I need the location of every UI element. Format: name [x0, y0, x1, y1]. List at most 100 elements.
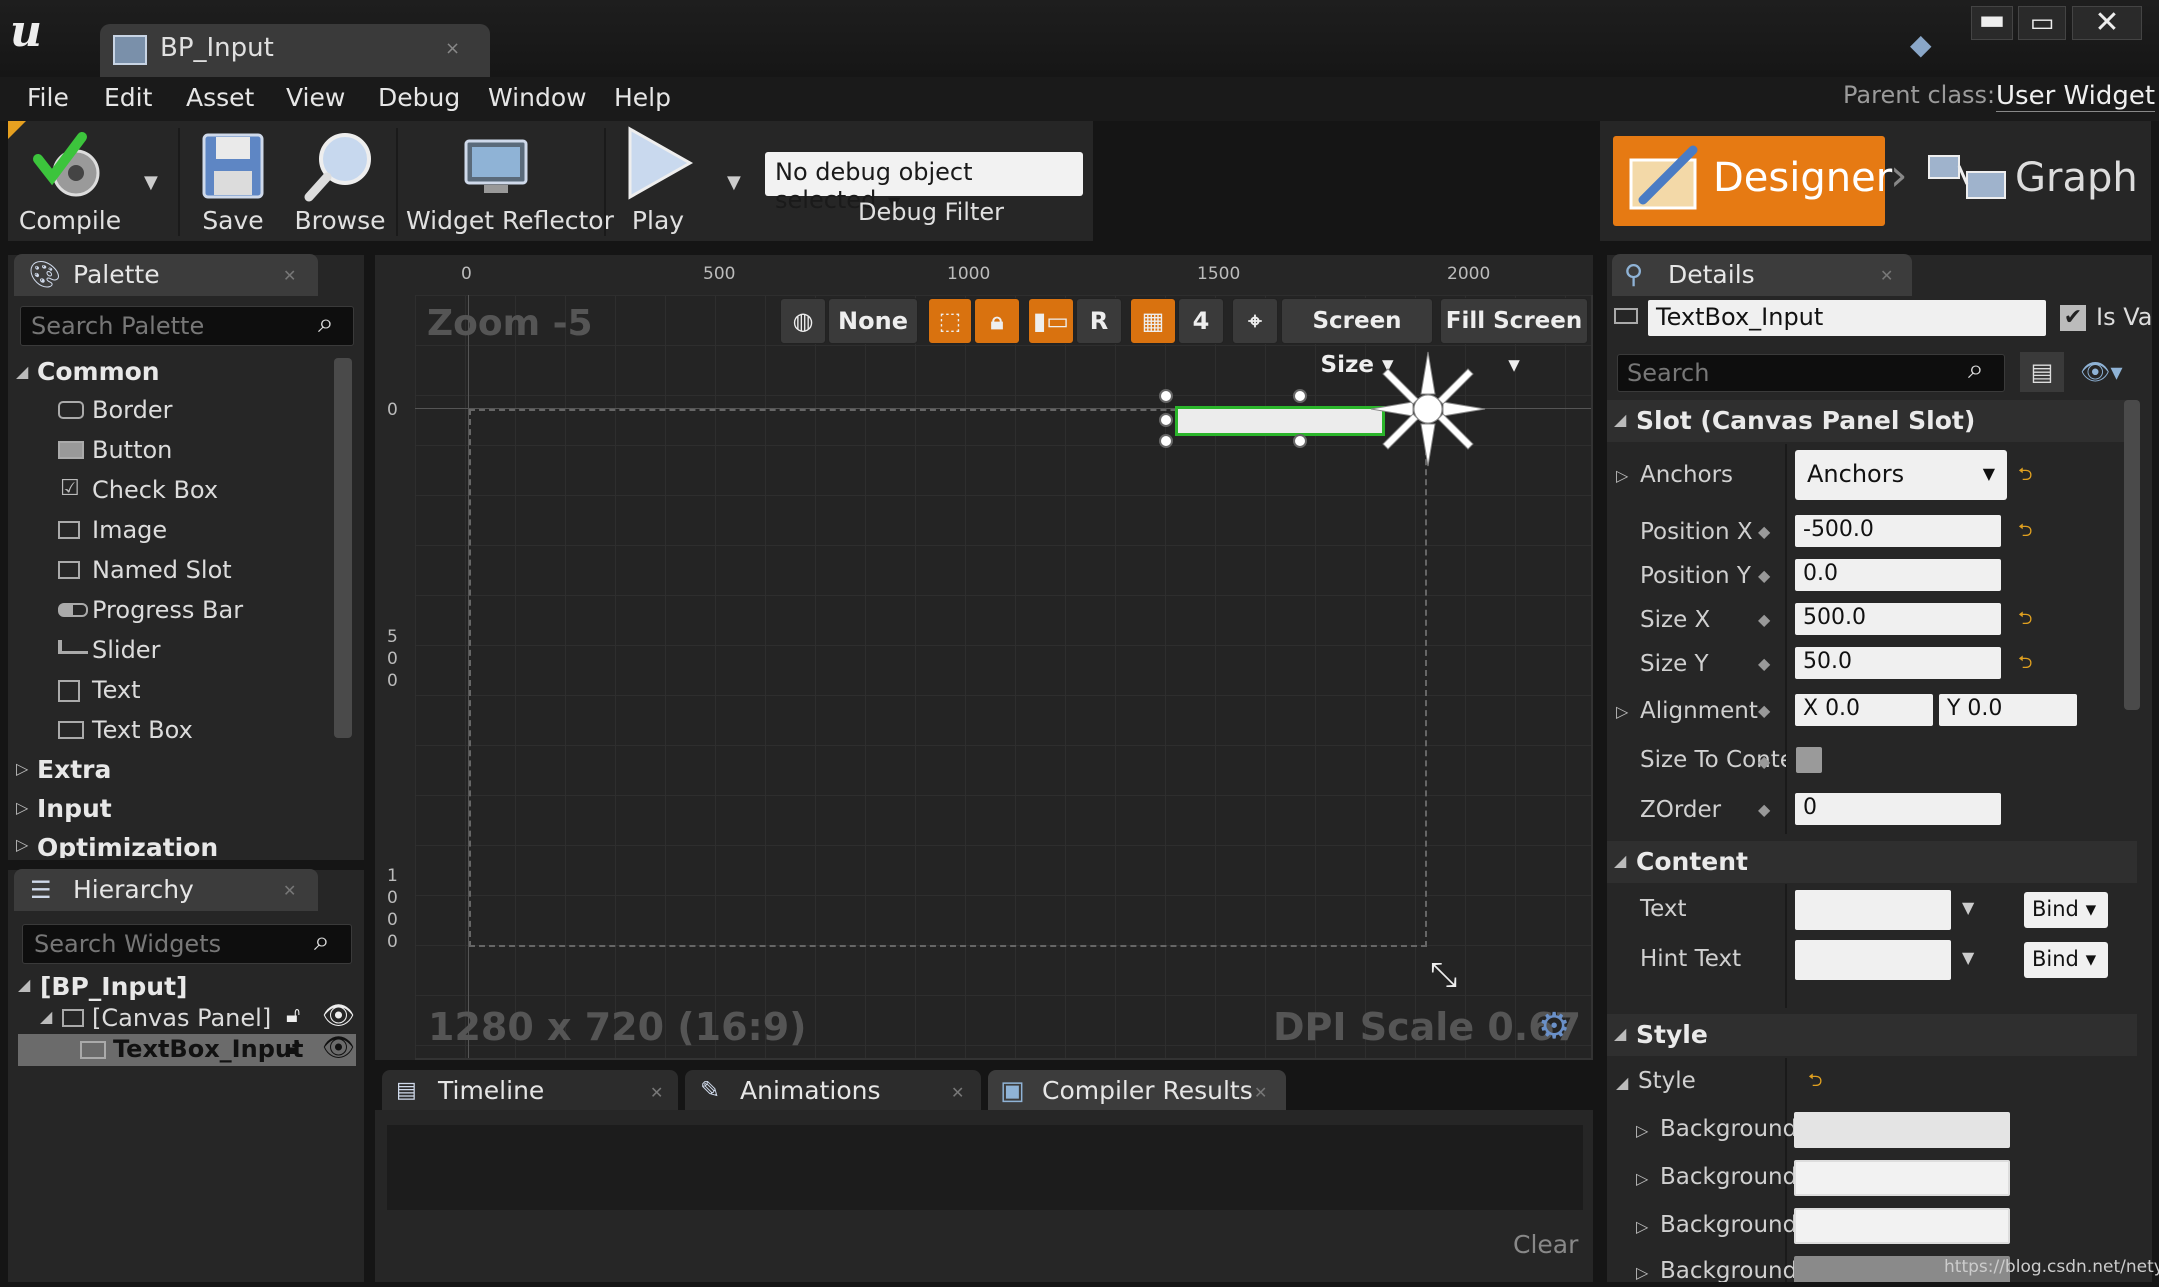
- reset-to-default-icon[interactable]: ⮌: [1808, 1068, 1822, 1098]
- background-brush-swatch[interactable]: [1794, 1208, 2010, 1244]
- position-x-field[interactable]: -500.0: [1795, 515, 2001, 547]
- graph-mode-label[interactable]: Graph: [2015, 155, 2138, 201]
- close-window-button[interactable]: ✕: [2072, 6, 2142, 40]
- close-icon[interactable]: ✕: [283, 881, 296, 900]
- animate-diamond-icon[interactable]: ◆: [1758, 654, 1770, 673]
- reset-to-default-icon[interactable]: ⮌: [2018, 606, 2032, 636]
- reset-to-default-icon[interactable]: ⮌: [2018, 518, 2032, 548]
- palette-item-text[interactable]: Text: [92, 676, 141, 704]
- unlock-icon[interactable]: 🔓︎: [286, 1003, 300, 1028]
- close-icon[interactable]: ✕: [1254, 1083, 1267, 1102]
- is-variable-checkbox[interactable]: ✔: [2060, 305, 2086, 331]
- parent-class-link[interactable]: User Widget: [1996, 81, 2156, 112]
- expanded-triangle-icon[interactable]: ◢: [40, 1007, 52, 1026]
- resize-handle-icon[interactable]: ⤡: [1430, 955, 1457, 995]
- expanded-triangle-icon[interactable]: ◢: [1616, 1073, 1628, 1092]
- expanded-triangle-icon[interactable]: ◢: [16, 362, 28, 381]
- source-control-icon[interactable]: ◆: [1910, 28, 1944, 61]
- collapsed-triangle-icon[interactable]: ▷: [1636, 1263, 1648, 1282]
- property-matrix-icon[interactable]: ▤: [2020, 352, 2064, 392]
- menu-asset[interactable]: Asset: [186, 83, 254, 112]
- position-y-field[interactable]: 0.0: [1795, 559, 2001, 591]
- anchors-dropdown[interactable]: Anchors ▼: [1795, 450, 2007, 500]
- grid-size-select[interactable]: 4: [1178, 298, 1224, 344]
- animate-diamond-icon[interactable]: ◆: [1758, 800, 1770, 819]
- palette-item-progress-bar[interactable]: Progress Bar: [92, 596, 243, 624]
- browse-button[interactable]: Browse: [292, 125, 388, 237]
- category-extra[interactable]: Extra: [37, 755, 111, 784]
- collapsed-triangle-icon[interactable]: ▷: [1616, 466, 1628, 485]
- close-icon[interactable]: ✕: [283, 266, 296, 285]
- expanded-triangle-icon[interactable]: ◢: [1614, 851, 1626, 870]
- widget-name-input[interactable]: TextBox_Input: [1648, 300, 2046, 336]
- text-bind-button[interactable]: Bind ▾: [2024, 892, 2108, 928]
- palette-item-named-slot[interactable]: Named Slot: [92, 556, 232, 584]
- compile-button[interactable]: Compile: [14, 125, 126, 237]
- palette-item-check-box[interactable]: Check Box: [92, 476, 218, 504]
- resize-handle[interactable]: [1293, 434, 1307, 448]
- transform-toggle-button[interactable]: ▮▭: [1028, 298, 1074, 344]
- unreal-logo-icon[interactable]: u: [10, 6, 68, 64]
- localization-globe-button[interactable]: ◍: [780, 298, 826, 344]
- screen-size-select[interactable]: Screen Size ▾: [1281, 298, 1433, 378]
- animate-diamond-icon[interactable]: ◆: [1758, 522, 1770, 541]
- maximize-button[interactable]: ▭: [2018, 6, 2066, 40]
- reset-to-default-icon[interactable]: ⮌: [2018, 650, 2032, 680]
- expanded-triangle-icon[interactable]: ◢: [1614, 1024, 1626, 1043]
- zorder-field[interactable]: 0: [1795, 793, 2001, 825]
- column-divider[interactable]: [1785, 444, 1787, 834]
- menu-edit[interactable]: Edit: [104, 83, 152, 112]
- tab-close-icon[interactable]: ×: [445, 38, 460, 59]
- menu-debug[interactable]: Debug: [378, 83, 460, 112]
- dpi-settings-gear-icon[interactable]: ⚙: [1538, 1006, 1570, 1047]
- graph-mode-button[interactable]: [1925, 146, 2009, 216]
- reset-to-default-icon[interactable]: ⮌: [2018, 462, 2032, 492]
- expanded-triangle-icon[interactable]: ◢: [18, 975, 30, 994]
- visibility-eye-icon[interactable]: 👁︎: [322, 1033, 355, 1063]
- size-y-field[interactable]: 50.0: [1795, 647, 2001, 679]
- collapsed-triangle-icon[interactable]: ▷: [16, 798, 28, 817]
- collapsed-triangle-icon[interactable]: ▷: [16, 759, 28, 778]
- resize-handle[interactable]: [1293, 389, 1307, 403]
- menu-window[interactable]: Window: [488, 83, 587, 112]
- hint-text-bind-button[interactable]: Bind ▾: [2024, 942, 2108, 978]
- background-brush-swatch[interactable]: [1794, 1160, 2010, 1196]
- size-x-field[interactable]: 500.0: [1795, 603, 2001, 635]
- alignment-x-field[interactable]: X 0.0: [1795, 694, 1933, 726]
- locale-select[interactable]: None: [828, 298, 918, 344]
- compiler-output-log[interactable]: [387, 1125, 1583, 1210]
- resize-handle[interactable]: [1159, 413, 1173, 427]
- animate-diamond-icon[interactable]: ◆: [1758, 752, 1770, 771]
- collapsed-triangle-icon[interactable]: ▷: [1636, 1217, 1648, 1236]
- palette-scrollbar[interactable]: [334, 358, 352, 738]
- outline-toggle-button[interactable]: ⬚: [928, 298, 972, 344]
- details-scrollbar[interactable]: [2124, 400, 2140, 710]
- category-optimization[interactable]: Optimization: [37, 833, 218, 858]
- animate-diamond-icon[interactable]: ◆: [1758, 610, 1770, 629]
- collapsed-triangle-icon[interactable]: ▷: [1616, 702, 1628, 721]
- widget-reflector-button[interactable]: Widget Reflector: [406, 125, 614, 237]
- play-options-chevron-icon[interactable]: ▼: [727, 172, 741, 193]
- minimize-button[interactable]: ▬: [1971, 6, 2013, 40]
- menu-help[interactable]: Help: [614, 83, 671, 112]
- respect-locks-button[interactable]: R: [1076, 298, 1122, 344]
- tab-details[interactable]: [1612, 254, 1912, 296]
- collapsed-triangle-icon[interactable]: ▷: [1636, 1121, 1648, 1140]
- visibility-eye-icon[interactable]: 👁︎: [322, 1001, 355, 1031]
- animate-diamond-icon[interactable]: ◆: [1758, 566, 1770, 585]
- close-icon[interactable]: ✕: [1880, 266, 1893, 285]
- save-button[interactable]: Save: [190, 125, 276, 237]
- fill-screen-select[interactable]: Fill Screen ▾: [1440, 298, 1588, 378]
- clear-button[interactable]: Clear: [1513, 1230, 1578, 1259]
- palette-item-text-box[interactable]: Text Box: [92, 716, 193, 744]
- debug-object-select[interactable]: No debug object selected ▼: [765, 152, 1083, 214]
- hierarchy-canvas-panel[interactable]: [Canvas Panel]: [92, 1004, 271, 1032]
- alignment-y-field[interactable]: Y 0.0: [1939, 694, 2077, 726]
- category-input[interactable]: Input: [37, 794, 112, 823]
- lock-icon[interactable]: 🔒︎: [974, 298, 1020, 344]
- chevron-down-icon[interactable]: ▼: [1962, 898, 1974, 917]
- play-button[interactable]: Play: [612, 125, 704, 237]
- hint-text-field[interactable]: [1795, 940, 1951, 980]
- grid-snap-icon[interactable]: ▦: [1130, 298, 1176, 344]
- resize-handle[interactable]: [1159, 434, 1173, 448]
